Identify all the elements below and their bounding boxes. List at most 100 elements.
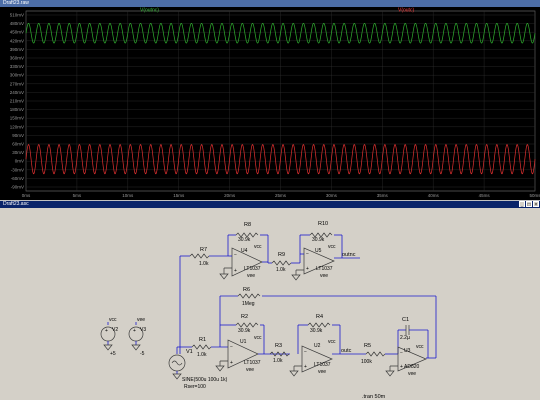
svg-text:−: − xyxy=(400,350,403,356)
r10-ref: R10 xyxy=(318,221,328,227)
svg-text:+: + xyxy=(234,268,237,274)
c1-value: 2.2µ xyxy=(400,335,410,341)
y-tick-label: 180mV xyxy=(10,107,24,112)
schematic-canvas[interactable]: R8 30.9k R7 1.0k − + U4 vcc LT1037 vee R… xyxy=(0,208,540,400)
y-tick-label: 150mV xyxy=(10,116,24,121)
u5-ref: U5 xyxy=(315,248,322,254)
schematic-title: Draft23.asc xyxy=(3,201,29,207)
spice-directive[interactable]: .tran 50m xyxy=(362,394,386,400)
v3-net: vee xyxy=(137,317,145,323)
waveform-titlebar[interactable]: Draft23.raw xyxy=(0,0,540,7)
u2-ref: U2 xyxy=(314,343,321,349)
schematic-titlebar[interactable]: Draft23.asc _ □ × xyxy=(0,201,540,208)
u3-vee: vee xyxy=(408,371,416,377)
trace-label-outnc[interactable]: V(outnc) xyxy=(140,8,159,14)
y-tick-label: 30mV xyxy=(12,150,24,155)
r9-value: 1.0k xyxy=(276,267,286,273)
waveform-title: Draft23.raw xyxy=(3,0,29,6)
y-tick-label: 300mV xyxy=(10,73,24,78)
r8-value: 30.9k xyxy=(238,237,251,243)
net-label-outc: outc xyxy=(341,348,352,354)
r1-ref: R1 xyxy=(199,337,206,343)
trace-label-outc[interactable]: V(outc) xyxy=(398,8,414,14)
maximize-button[interactable]: □ xyxy=(526,201,532,208)
r3-ref: R3 xyxy=(275,343,282,349)
r4-value: 30.9k xyxy=(310,328,323,334)
x-tick-label: 35ms xyxy=(377,193,389,198)
y-tick-label: 390mV xyxy=(10,47,24,52)
r5-ref: R5 xyxy=(364,343,371,349)
v3-ref: V3 xyxy=(140,327,146,333)
x-tick-label: 5ms xyxy=(73,193,82,198)
u2-vcc: vcc xyxy=(328,339,336,345)
x-tick-label: 0ms xyxy=(22,193,31,198)
svg-text:+: + xyxy=(105,328,108,334)
y-tick-label: 510mV xyxy=(10,13,24,18)
close-button[interactable]: × xyxy=(533,201,539,208)
svg-text:+: + xyxy=(230,360,233,366)
svg-text:−: − xyxy=(304,349,307,355)
x-tick-label: 25ms xyxy=(275,193,287,198)
x-tick-label: 10ms xyxy=(122,193,134,198)
u4-vcc: vcc xyxy=(254,244,262,250)
r5-value: 100k xyxy=(361,359,372,365)
u1-vee: vee xyxy=(246,367,254,373)
r10-value: 30.9k xyxy=(312,237,325,243)
u3-ref: U3 xyxy=(404,348,411,354)
y-tick-label: 90mV xyxy=(12,133,24,138)
minimize-button[interactable]: _ xyxy=(519,201,525,208)
v2-net: vcc xyxy=(109,317,117,323)
r9-ref: R9 xyxy=(278,252,285,258)
v2-value: +5 xyxy=(110,351,116,357)
schematic-window[interactable]: Draft23.asc _ □ × R8 30.9k R7 1.0k − + U… xyxy=(0,201,540,400)
x-tick-label: 20ms xyxy=(224,193,236,198)
y-tick-label: -60mV xyxy=(11,176,24,181)
u5-vcc: vcc xyxy=(328,244,336,250)
u5-model: LT1037 xyxy=(316,266,333,272)
r6-value: 1Meg xyxy=(242,301,255,307)
r7-value: 1.0k xyxy=(199,261,209,267)
v2-ref: V2 xyxy=(112,327,118,333)
y-tick-label: -30mV xyxy=(11,167,24,172)
x-tick-label: 45ms xyxy=(479,193,491,198)
u1-ref: U1 xyxy=(240,339,247,345)
waveform-plot[interactable]: 510mV 480mV 450mV 420mV 390mV 360mV 330mV 300mV… xyxy=(0,7,540,200)
v1-value: SINE(500u 100u 1k) xyxy=(182,377,228,383)
y-tick-label: 60mV xyxy=(12,142,24,147)
u4-vee: vee xyxy=(247,273,255,279)
svg-text:+: + xyxy=(304,364,307,370)
svg-text:+: + xyxy=(133,328,136,334)
x-tick-label: 15ms xyxy=(173,193,185,198)
y-tick-label: 450mV xyxy=(10,30,24,35)
svg-text:−: − xyxy=(230,344,233,350)
net-label-outnc: outnc xyxy=(342,252,356,258)
u1-model: LT1037 xyxy=(244,360,261,366)
y-tick-label: 330mV xyxy=(10,64,24,69)
u2-vee: vee xyxy=(318,369,326,375)
u3-model: AD820 xyxy=(404,364,420,370)
svg-text:−: − xyxy=(234,252,237,258)
u1-vcc: vcc xyxy=(254,335,262,341)
svg-text:+: + xyxy=(306,266,309,272)
r6-ref: R6 xyxy=(243,287,250,293)
v1-ref: V1 xyxy=(186,349,193,355)
r1-value: 1.0k xyxy=(197,352,207,358)
y-tick-label: 480mV xyxy=(10,21,24,26)
u5-vee: vee xyxy=(320,273,328,279)
v1-rser: Rser=100 xyxy=(184,384,206,390)
waveform-window[interactable]: Draft23.raw 510mV 480mV 450mV 420mV 390mV 360… xyxy=(0,0,540,200)
x-tick-label: 50ms xyxy=(529,193,540,198)
y-tick-label: 360mV xyxy=(10,56,24,61)
y-tick-label: -90mV xyxy=(11,185,24,190)
y-tick-label: 0mV xyxy=(15,159,24,164)
r8-ref: R8 xyxy=(244,222,251,228)
schematic-background xyxy=(0,208,540,400)
x-tick-label: 40ms xyxy=(428,193,440,198)
r7-ref: R7 xyxy=(200,247,207,253)
u4-ref: U4 xyxy=(241,248,248,254)
u4-model: LT1037 xyxy=(244,266,261,272)
x-tick-label: 30ms xyxy=(326,193,338,198)
c1-ref: C1 xyxy=(402,317,409,323)
y-tick-label: 120mV xyxy=(10,124,24,129)
v3-value: -5 xyxy=(140,351,145,357)
